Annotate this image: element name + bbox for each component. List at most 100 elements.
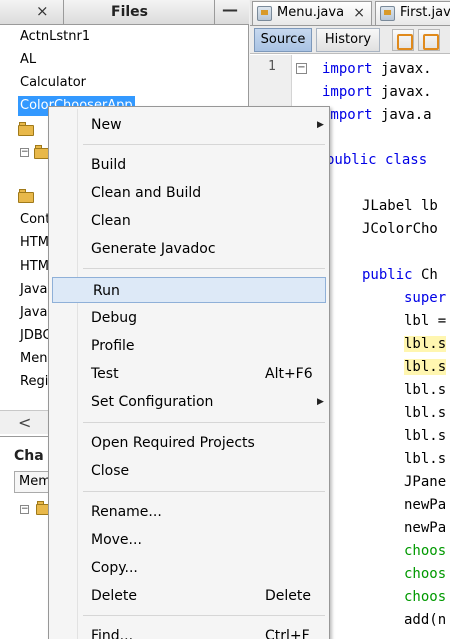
code-text: lbl.s	[404, 382, 447, 398]
project-item[interactable]: Cont	[20, 210, 50, 230]
project-item[interactable]: HTM	[20, 257, 49, 277]
tab-label: Menu.java	[277, 5, 345, 20]
code-text: lbl.s	[404, 336, 447, 352]
collapse-icon[interactable]: −	[20, 505, 29, 514]
code-keyword: super	[404, 290, 447, 306]
folder-icon	[18, 189, 34, 203]
close-tab-icon[interactable]: ×	[353, 2, 365, 24]
code-keyword: import	[322, 61, 373, 77]
project-item[interactable]: Java	[20, 303, 47, 323]
fold-icon[interactable]: −	[296, 63, 307, 74]
project-item[interactable]: Regi	[20, 372, 48, 392]
tab-divider	[63, 0, 64, 25]
code-keyword: public	[362, 267, 413, 283]
menu-item-rename[interactable]: Rename...	[51, 499, 327, 525]
menu-shortcut: Ctrl+F	[265, 628, 310, 639]
menu-item-build[interactable]: Build	[51, 152, 327, 178]
menu-item-test[interactable]: Test Alt+F6	[51, 361, 327, 387]
code-text: newPa	[404, 497, 447, 513]
menu-label: Copy...	[91, 560, 138, 576]
code-text: choos	[404, 566, 447, 582]
editor-toolbar: Source History	[250, 26, 450, 54]
code-keyword: public class	[326, 152, 428, 168]
code-text: lbl =	[404, 313, 447, 329]
tab-menu-java[interactable]: Menu.java ×	[252, 1, 372, 25]
code-text: choos	[404, 543, 447, 559]
source-button[interactable]: Source	[254, 28, 312, 52]
menu-label: Open Required Projects	[91, 435, 255, 451]
submenu-arrow-icon: ▶	[317, 397, 324, 407]
code-text: lbl.s	[404, 359, 447, 375]
menu-separator	[83, 268, 325, 269]
menu-separator	[83, 491, 325, 492]
menu-item-clean-and-build[interactable]: Clean and Build	[51, 180, 327, 206]
menu-item-close[interactable]: Close	[51, 458, 327, 484]
menu-item-delete[interactable]: Delete Delete	[51, 583, 327, 609]
code-text: JColorCho	[362, 221, 438, 237]
project-item[interactable]: JDBC	[20, 326, 52, 346]
project-item[interactable]: Calculator	[20, 73, 86, 93]
projects-tabbar: × Files —	[0, 0, 249, 25]
menu-item-find[interactable]: Find... Ctrl+F	[51, 623, 327, 639]
menu-shortcut: Alt+F6	[265, 366, 313, 382]
menu-item-open-required-projects[interactable]: Open Required Projects	[51, 430, 327, 456]
tab-divider	[214, 0, 215, 25]
code-text: java.a	[372, 107, 432, 123]
scroll-left-icon[interactable]: <	[18, 413, 31, 432]
menu-item-run[interactable]: Run	[52, 277, 326, 303]
menu-item-new[interactable]: New ▶	[51, 112, 327, 138]
menu-item-clean[interactable]: Clean	[51, 208, 327, 234]
submenu-arrow-icon: ▶	[317, 120, 324, 130]
menu-label: Move...	[91, 532, 142, 548]
back-icon[interactable]	[392, 29, 414, 51]
menu-separator	[83, 422, 325, 423]
menu-item-debug[interactable]: Debug	[51, 305, 327, 331]
code-text: JPane	[404, 474, 447, 490]
project-item[interactable]: HTM	[20, 233, 49, 253]
project-item[interactable]: ActnLstnr1	[20, 27, 90, 47]
code-text: choos	[404, 589, 447, 605]
menu-item-profile[interactable]: Profile	[51, 333, 327, 359]
code-text: javax.	[372, 61, 432, 77]
folder-icon	[18, 122, 34, 136]
tab-files[interactable]: Files	[111, 4, 148, 20]
tab-first-java[interactable]: First.jav	[375, 1, 450, 25]
menu-shortcut: Delete	[265, 588, 311, 604]
java-file-icon	[380, 6, 395, 21]
close-tab-icon[interactable]: ×	[36, 2, 49, 20]
menu-item-copy[interactable]: Copy...	[51, 555, 327, 581]
forward-icon[interactable]	[418, 29, 440, 51]
minimize-button[interactable]: —	[219, 0, 241, 19]
tab-label: First.jav	[400, 5, 450, 20]
code-text: lbl.s	[404, 451, 447, 467]
menu-label: Generate Javadoc	[91, 241, 216, 257]
menu-separator	[83, 615, 325, 616]
java-file-icon	[257, 6, 272, 21]
collapse-icon[interactable]: −	[20, 148, 29, 157]
project-item[interactable]: Men	[20, 349, 47, 369]
menu-label: Profile	[91, 338, 135, 354]
menu-label: Rename...	[91, 504, 162, 520]
menu-item-generate-javadoc[interactable]: Generate Javadoc	[51, 236, 327, 262]
menu-label: Debug	[91, 310, 138, 326]
menu-label: Set Configuration	[91, 394, 214, 410]
menu-label: Clean	[91, 213, 131, 229]
editor-tab-strip: Menu.java × First.jav	[250, 0, 450, 26]
menu-item-set-configuration[interactable]: Set Configuration ▶	[51, 389, 327, 415]
menu-label: Clean and Build	[91, 185, 202, 201]
code-text: javax.	[372, 84, 432, 100]
menu-label: Test	[91, 366, 119, 382]
menu-label: Find...	[91, 628, 134, 639]
menu-item-move[interactable]: Move...	[51, 527, 327, 553]
line-number: 1	[268, 59, 276, 74]
menu-separator	[83, 144, 325, 145]
netbeans-window: × Files — ActnLstnr1 AL Calculator Color…	[0, 0, 450, 639]
menu-label: Close	[91, 463, 130, 479]
project-item[interactable]: Java	[20, 280, 47, 300]
project-item[interactable]: AL	[20, 50, 36, 70]
code-text: add(n	[404, 612, 447, 628]
menu-label: New	[91, 117, 122, 133]
menu-label: Build	[91, 157, 127, 173]
code-text: JLabel lb	[362, 198, 438, 214]
history-button[interactable]: History	[316, 28, 380, 52]
